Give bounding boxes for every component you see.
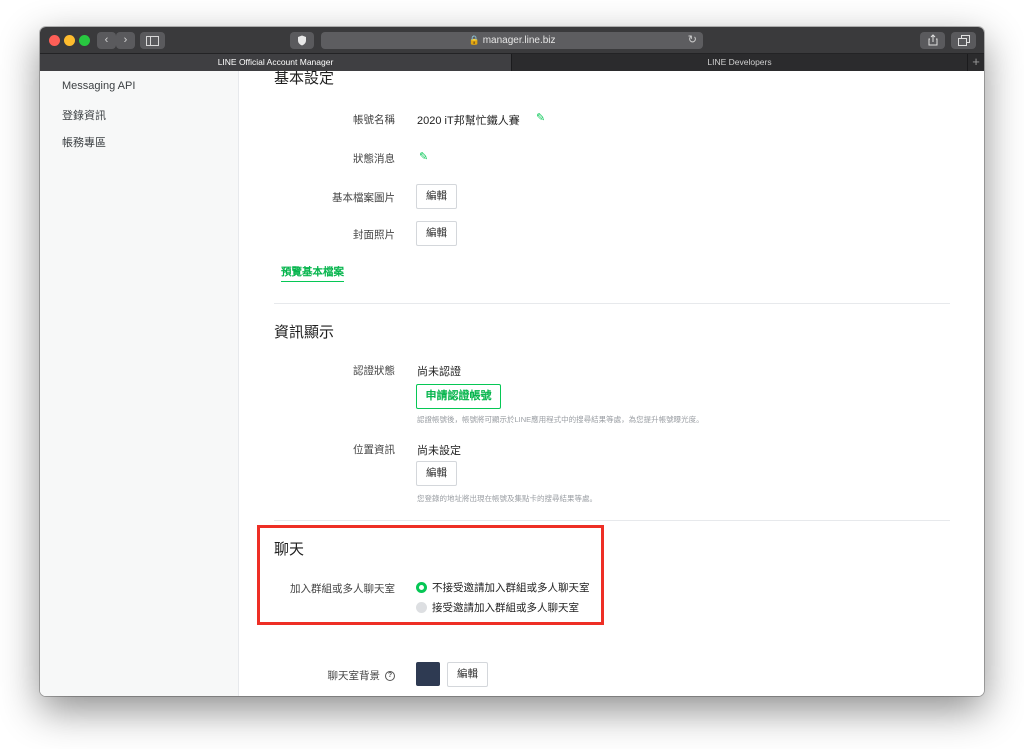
- cover-photo-label: 封面照片: [353, 229, 395, 241]
- edit-location-button[interactable]: 編輯: [416, 461, 457, 486]
- option-label: 接受邀請加入群組或多人聊天室: [432, 601, 579, 614]
- sidebar: Messaging API 登錄資訊 帳務專區: [40, 71, 239, 696]
- new-tab-button[interactable]: +: [967, 54, 984, 71]
- verification-status-label: 認證狀態: [353, 365, 395, 377]
- share-icon: [928, 34, 937, 46]
- account-name-label: 帳號名稱: [353, 114, 395, 126]
- sidebar-icon: [146, 36, 159, 46]
- privacy-report-button[interactable]: [290, 32, 314, 49]
- section-divider: [274, 303, 950, 304]
- chat-background-label: 聊天室背景: [327, 670, 381, 682]
- group-invite-label: 加入群組或多人聊天室: [290, 583, 395, 595]
- sidebar-toggle-button[interactable]: [140, 32, 165, 49]
- profile-image-label: 基本檔案圖片: [332, 192, 395, 204]
- edit-profile-image-button[interactable]: 編輯: [416, 184, 457, 209]
- pencil-icon[interactable]: ✎: [536, 111, 545, 124]
- info-display-title: 資訊顯示: [274, 324, 335, 341]
- lock-icon: 🔒: [468, 35, 480, 45]
- tabs-icon: [957, 35, 970, 46]
- option-accept-invite[interactable]: 接受邀請加入群組或多人聊天室: [416, 600, 579, 614]
- apply-verification-button[interactable]: 申請認證帳號: [416, 384, 501, 409]
- status-message-label: 狀態消息: [353, 153, 395, 165]
- tab-bar: LINE Official Account Manager LINE Devel…: [40, 54, 984, 71]
- location-value: 尚未設定: [417, 445, 461, 457]
- browser-toolbar: ‹ › 🔒 manager.line.biz ↻: [40, 27, 984, 54]
- location-hint: 您登錄的地址將出現在帳號及集點卡的搜尋結果等處。: [417, 494, 597, 503]
- verification-hint: 認證帳號後，帳號將可顯示於LINE應用程式中的搜尋結果等處，為您提升帳號曝光度。: [417, 415, 704, 424]
- sidebar-item-messaging-api[interactable]: Messaging API: [62, 80, 135, 92]
- help-icon[interactable]: ?: [385, 670, 395, 681]
- url-text: manager.line.biz: [482, 35, 556, 46]
- page-content: Messaging API 登錄資訊 帳務專區 基本設定 帳號名稱 2020 i…: [40, 71, 984, 696]
- radio-selected-icon: [416, 581, 427, 593]
- section-divider: [274, 520, 950, 521]
- tab-line-official-account-manager[interactable]: LINE Official Account Manager: [40, 54, 511, 71]
- radio-unselected-icon: [416, 601, 427, 613]
- edit-cover-photo-button[interactable]: 編輯: [416, 221, 457, 246]
- forward-button[interactable]: ›: [116, 32, 135, 49]
- sidebar-item-billing[interactable]: 帳務專區: [62, 134, 106, 150]
- chat-background-label-row: 聊天室背景 ?: [275, 668, 395, 683]
- tab-label: LINE Developers: [707, 57, 772, 67]
- reload-icon[interactable]: ↻: [688, 32, 697, 49]
- account-name-value: 2020 iT邦幫忙鐵人賽: [417, 115, 520, 127]
- close-window-button[interactable]: [49, 35, 60, 46]
- share-button[interactable]: [920, 32, 945, 49]
- pencil-icon[interactable]: ✎: [419, 150, 428, 163]
- shield-icon: [298, 35, 306, 46]
- verification-status-value: 尚未認證: [417, 366, 461, 378]
- chat-background-swatch[interactable]: [416, 662, 440, 686]
- tab-line-developers[interactable]: LINE Developers: [511, 54, 967, 71]
- plus-icon: +: [972, 54, 980, 69]
- tab-overview-button[interactable]: [951, 32, 976, 49]
- settings-panel: 基本設定 帳號名稱 2020 iT邦幫忙鐵人賽 ✎ 狀態消息 ✎ 基本檔案圖片 …: [240, 71, 984, 696]
- basic-settings-title: 基本設定: [274, 71, 335, 87]
- back-button[interactable]: ‹: [97, 32, 116, 49]
- edit-chat-background-button[interactable]: 編輯: [447, 662, 488, 687]
- zoom-window-button[interactable]: [79, 35, 90, 46]
- option-decline-invite[interactable]: 不接受邀請加入群組或多人聊天室: [416, 580, 590, 594]
- chevron-left-icon: ‹: [104, 34, 109, 46]
- chevron-right-icon: ›: [123, 34, 128, 46]
- minimize-window-button[interactable]: [64, 35, 75, 46]
- sidebar-item-registration-info[interactable]: 登錄資訊: [62, 107, 106, 123]
- preview-profile-link[interactable]: 預覽基本檔案: [281, 264, 344, 282]
- chat-title: 聊天: [274, 541, 305, 558]
- option-label: 不接受邀請加入群組或多人聊天室: [432, 581, 590, 594]
- tab-label: LINE Official Account Manager: [217, 57, 334, 67]
- browser-window: ‹ › 🔒 manager.line.biz ↻ LINE Official A…: [40, 27, 984, 696]
- address-bar[interactable]: 🔒 manager.line.biz ↻: [321, 32, 703, 49]
- location-label: 位置資訊: [353, 444, 395, 456]
